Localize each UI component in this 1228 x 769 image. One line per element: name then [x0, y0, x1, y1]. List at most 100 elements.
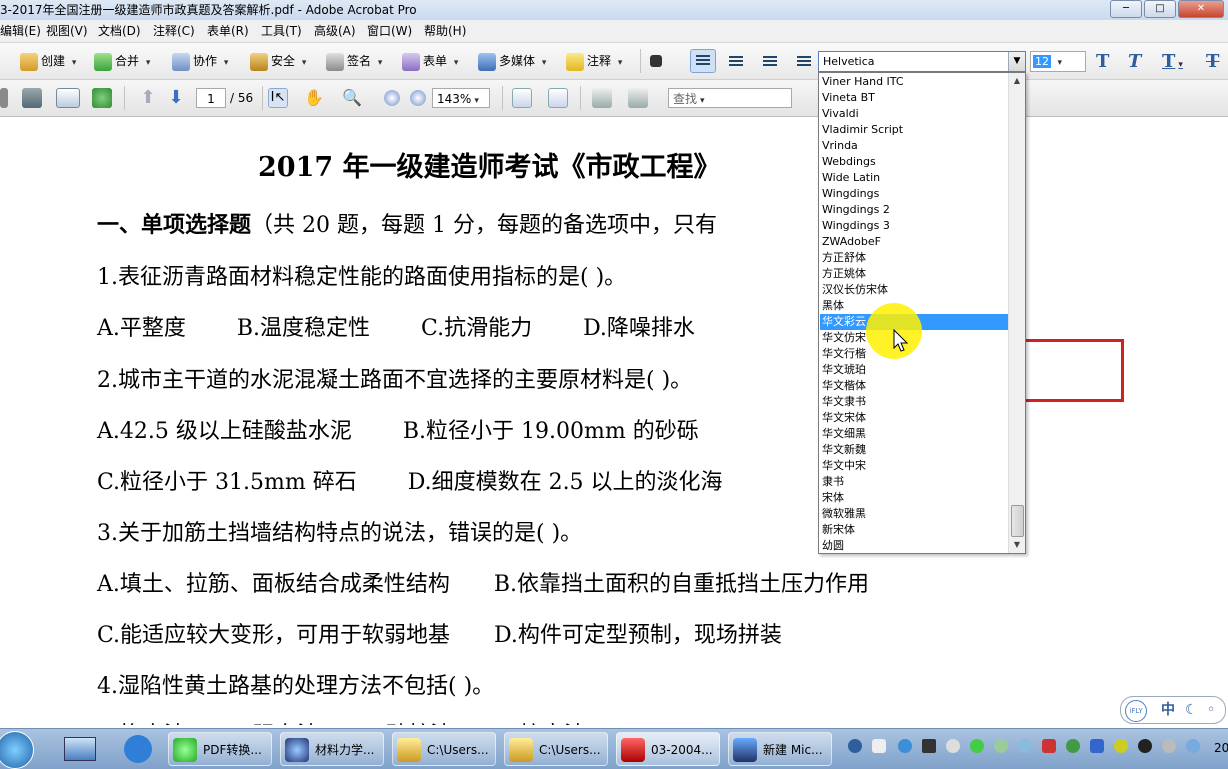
- menu-advanced[interactable]: 高级(A): [314, 20, 356, 42]
- ime-mode-label[interactable]: 中: [1161, 697, 1175, 723]
- punctuation-icon[interactable]: ◦: [1207, 697, 1215, 723]
- moon-icon[interactable]: ☾: [1185, 697, 1198, 723]
- clock[interactable]: 20: [1214, 741, 1228, 755]
- font-option[interactable]: Vladimir Script: [820, 122, 1010, 138]
- font-option[interactable]: 宋体: [820, 490, 1010, 506]
- zoom-level-select[interactable]: 143%: [432, 88, 490, 108]
- app-tray-icon[interactable]: [1090, 739, 1104, 753]
- close-button[interactable]: ✕: [1178, 0, 1224, 18]
- sync-icon[interactable]: [994, 739, 1008, 753]
- align-center-button[interactable]: [726, 51, 746, 71]
- font-option[interactable]: Wingdings 3: [820, 218, 1010, 234]
- plus-icon[interactable]: [1114, 739, 1128, 753]
- comment-button[interactable]: 注释: [566, 51, 622, 71]
- pen-icon[interactable]: [124, 735, 152, 763]
- font-option[interactable]: 新宋体: [820, 522, 1010, 538]
- microphone-icon[interactable]: [872, 739, 886, 753]
- font-option[interactable]: Vineta BT: [820, 90, 1010, 106]
- menu-comments[interactable]: 注释(C): [153, 20, 195, 42]
- scroll-up-icon[interactable]: ▲: [1009, 73, 1025, 89]
- sign-button[interactable]: 签名: [326, 51, 382, 71]
- select-tool-button[interactable]: I↖: [268, 88, 288, 108]
- upload-icon[interactable]: [92, 88, 112, 108]
- font-option[interactable]: Wide Latin: [820, 170, 1010, 186]
- extract-pages-icon[interactable]: [628, 88, 648, 108]
- font-option[interactable]: 隶书: [820, 474, 1010, 490]
- bold-text-icon[interactable]: T: [1096, 51, 1109, 72]
- cloud-icon[interactable]: [1018, 739, 1032, 753]
- collaborate-button[interactable]: 协作: [172, 51, 228, 71]
- text-style-icon[interactable]: T: [1162, 51, 1183, 72]
- display-icon[interactable]: [1186, 739, 1200, 753]
- align-left-button[interactable]: [690, 49, 716, 73]
- font-option[interactable]: 华文中宋: [820, 458, 1010, 474]
- power-icon[interactable]: [1162, 739, 1176, 753]
- print-icon[interactable]: [0, 88, 8, 108]
- font-dropdown-list[interactable]: Viner Hand ITC Vineta BT Vivaldi Vladimi…: [818, 72, 1026, 554]
- show-desktop-icon[interactable]: [64, 737, 96, 761]
- organize-pages-icon[interactable]: [592, 88, 612, 108]
- hand-tool-icon[interactable]: ✋: [304, 88, 324, 108]
- font-option[interactable]: Webdings: [820, 154, 1010, 170]
- menu-document[interactable]: 文档(D): [98, 20, 141, 42]
- multimedia-button[interactable]: 多媒体: [478, 51, 546, 71]
- font-option[interactable]: 华文宋体: [820, 410, 1010, 426]
- find-input[interactable]: 查找: [668, 88, 792, 108]
- network-icon[interactable]: [898, 739, 912, 753]
- start-button[interactable]: [0, 731, 34, 769]
- menu-edit[interactable]: 编辑(E): [0, 20, 41, 42]
- chevron-down-icon[interactable]: ▼: [1008, 52, 1025, 71]
- justify-button[interactable]: [794, 51, 814, 71]
- taskbar-item[interactable]: 新建 Mic...: [728, 732, 832, 766]
- font-option[interactable]: 微软雅黑: [820, 506, 1010, 522]
- combine-button[interactable]: 合并: [94, 51, 150, 71]
- maximize-button[interactable]: □: [1144, 0, 1176, 18]
- page-number-input[interactable]: 1: [196, 88, 226, 108]
- create-button[interactable]: 创建: [20, 51, 76, 71]
- taskbar-item[interactable]: C:\Users...: [504, 732, 608, 766]
- forms-button[interactable]: 表单: [402, 51, 458, 71]
- font-family-select[interactable]: Helvetica ▼: [818, 51, 1026, 72]
- menu-help[interactable]: 帮助(H): [424, 20, 466, 42]
- ifly-tray-icon[interactable]: [848, 739, 862, 753]
- font-option[interactable]: 方正舒体: [820, 250, 1010, 266]
- minimize-button[interactable]: ─: [1110, 0, 1142, 18]
- font-option[interactable]: Wingdings 2: [820, 202, 1010, 218]
- email-icon[interactable]: [56, 88, 80, 108]
- font-option[interactable]: 华文琥珀: [820, 362, 1010, 378]
- font-option[interactable]: Wingdings: [820, 186, 1010, 202]
- font-option[interactable]: 汉仪长仿宋体: [820, 282, 1010, 298]
- font-option[interactable]: Vrinda: [820, 138, 1010, 154]
- dropdown-scrollbar[interactable]: ▲ ▼: [1008, 73, 1025, 553]
- font-size-select[interactable]: 12: [1030, 51, 1086, 72]
- fit-width-icon[interactable]: [512, 88, 532, 108]
- fit-page-icon[interactable]: [548, 88, 568, 108]
- italic-text-icon[interactable]: T: [1128, 51, 1141, 72]
- font-option[interactable]: 华文楷体: [820, 378, 1010, 394]
- scrollbar-thumb[interactable]: [1011, 505, 1024, 537]
- scroll-down-icon[interactable]: ▼: [1009, 537, 1025, 553]
- font-option[interactable]: 华文细黑: [820, 426, 1010, 442]
- menu-tools[interactable]: 工具(T): [261, 20, 302, 42]
- zoom-tool-icon[interactable]: 🔍: [342, 88, 362, 108]
- taskbar-item[interactable]: PDF转换...: [168, 732, 272, 766]
- acrobat-tray-icon[interactable]: [1042, 739, 1056, 753]
- taskbar-item[interactable]: C:\Users...: [392, 732, 496, 766]
- font-option[interactable]: 幼圆: [820, 538, 1010, 553]
- previous-page-icon[interactable]: ⬆: [138, 88, 158, 108]
- menu-view[interactable]: 视图(V): [46, 20, 88, 42]
- font-option[interactable]: Viner Hand ITC: [820, 74, 1010, 90]
- taskbar-item[interactable]: 材料力学...: [280, 732, 384, 766]
- secure-button[interactable]: 安全: [250, 51, 306, 71]
- text-color-icon[interactable]: [650, 55, 662, 67]
- font-option[interactable]: ZWAdobeF: [820, 234, 1010, 250]
- font-option[interactable]: Vivaldi: [820, 106, 1010, 122]
- font-option[interactable]: 方正姚体: [820, 266, 1010, 282]
- ime-toolbar[interactable]: iFLY 中 ☾ ◦: [1120, 696, 1226, 724]
- zoom-in-icon[interactable]: [410, 90, 426, 106]
- font-option[interactable]: 华文新魏: [820, 442, 1010, 458]
- shield-icon[interactable]: [1066, 739, 1080, 753]
- bluetooth-icon[interactable]: [1138, 739, 1152, 753]
- menu-window[interactable]: 窗口(W): [367, 20, 412, 42]
- next-page-icon[interactable]: ⬇: [166, 88, 186, 108]
